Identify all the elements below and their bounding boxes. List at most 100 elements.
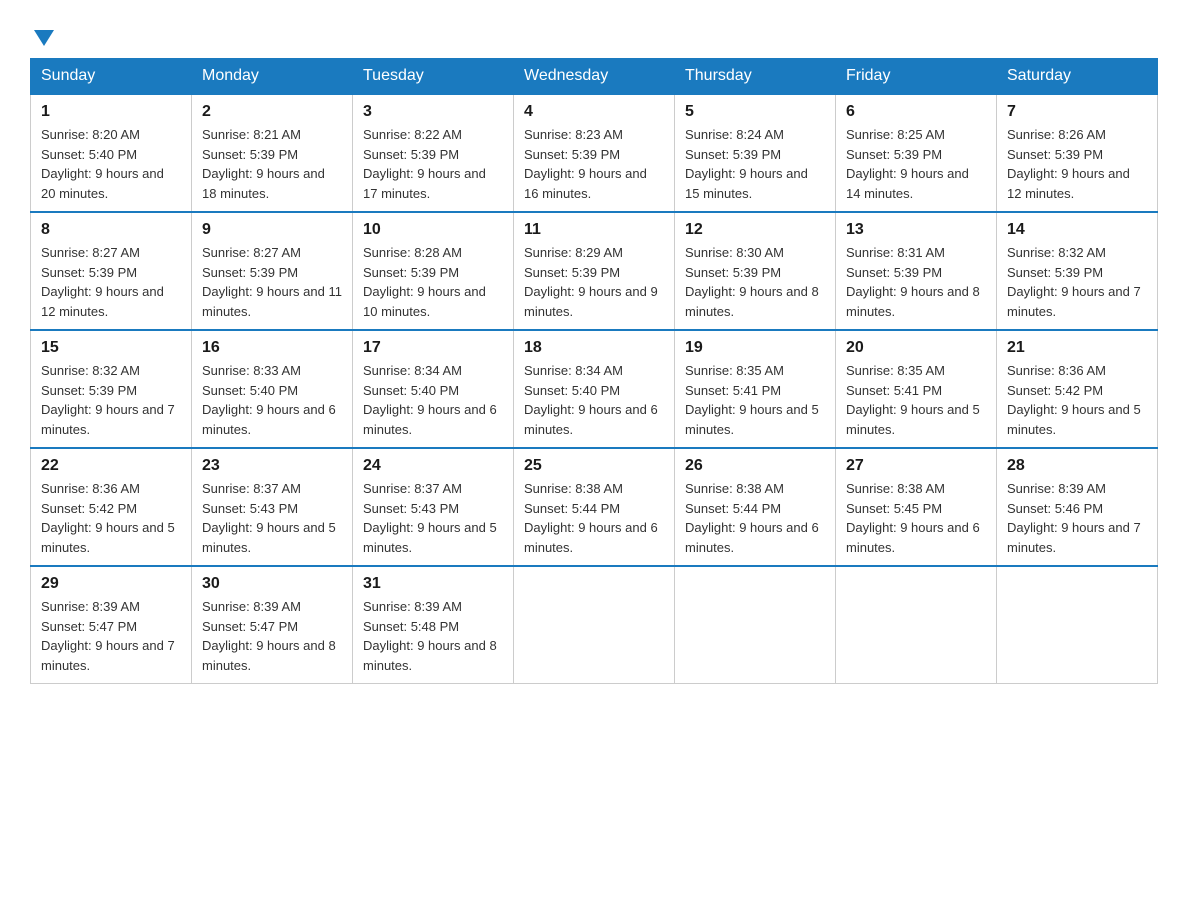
day-info: Sunrise: 8:39 AMSunset: 5:47 PMDaylight:… xyxy=(202,597,342,675)
day-info: Sunrise: 8:35 AMSunset: 5:41 PMDaylight:… xyxy=(846,361,986,439)
day-info: Sunrise: 8:36 AMSunset: 5:42 PMDaylight:… xyxy=(1007,361,1147,439)
day-number: 12 xyxy=(685,221,825,239)
day-number: 31 xyxy=(363,575,503,593)
header-tuesday: Tuesday xyxy=(353,59,514,95)
day-info: Sunrise: 8:33 AMSunset: 5:40 PMDaylight:… xyxy=(202,361,342,439)
day-info: Sunrise: 8:21 AMSunset: 5:39 PMDaylight:… xyxy=(202,125,342,203)
day-info: Sunrise: 8:22 AMSunset: 5:39 PMDaylight:… xyxy=(363,125,503,203)
day-number: 11 xyxy=(524,221,664,239)
day-info: Sunrise: 8:29 AMSunset: 5:39 PMDaylight:… xyxy=(524,243,664,321)
table-row: 17 Sunrise: 8:34 AMSunset: 5:40 PMDaylig… xyxy=(353,330,514,448)
table-row xyxy=(997,566,1158,684)
table-row: 26 Sunrise: 8:38 AMSunset: 5:44 PMDaylig… xyxy=(675,448,836,566)
day-number: 14 xyxy=(1007,221,1147,239)
table-row xyxy=(836,566,997,684)
table-row: 31 Sunrise: 8:39 AMSunset: 5:48 PMDaylig… xyxy=(353,566,514,684)
day-info: Sunrise: 8:25 AMSunset: 5:39 PMDaylight:… xyxy=(846,125,986,203)
table-row: 21 Sunrise: 8:36 AMSunset: 5:42 PMDaylig… xyxy=(997,330,1158,448)
day-info: Sunrise: 8:24 AMSunset: 5:39 PMDaylight:… xyxy=(685,125,825,203)
table-row: 8 Sunrise: 8:27 AMSunset: 5:39 PMDayligh… xyxy=(31,212,192,330)
day-number: 2 xyxy=(202,103,342,121)
table-row: 30 Sunrise: 8:39 AMSunset: 5:47 PMDaylig… xyxy=(192,566,353,684)
table-row: 10 Sunrise: 8:28 AMSunset: 5:39 PMDaylig… xyxy=(353,212,514,330)
day-info: Sunrise: 8:27 AMSunset: 5:39 PMDaylight:… xyxy=(41,243,181,321)
table-row: 3 Sunrise: 8:22 AMSunset: 5:39 PMDayligh… xyxy=(353,94,514,212)
header-wednesday: Wednesday xyxy=(514,59,675,95)
day-info: Sunrise: 8:39 AMSunset: 5:48 PMDaylight:… xyxy=(363,597,503,675)
day-number: 15 xyxy=(41,339,181,357)
table-row: 1 Sunrise: 8:20 AMSunset: 5:40 PMDayligh… xyxy=(31,94,192,212)
day-number: 5 xyxy=(685,103,825,121)
table-row: 18 Sunrise: 8:34 AMSunset: 5:40 PMDaylig… xyxy=(514,330,675,448)
day-number: 25 xyxy=(524,457,664,475)
calendar-week-row: 29 Sunrise: 8:39 AMSunset: 5:47 PMDaylig… xyxy=(31,566,1158,684)
table-row: 2 Sunrise: 8:21 AMSunset: 5:39 PMDayligh… xyxy=(192,94,353,212)
day-number: 8 xyxy=(41,221,181,239)
day-number: 17 xyxy=(363,339,503,357)
table-row: 24 Sunrise: 8:37 AMSunset: 5:43 PMDaylig… xyxy=(353,448,514,566)
table-row: 29 Sunrise: 8:39 AMSunset: 5:47 PMDaylig… xyxy=(31,566,192,684)
day-number: 23 xyxy=(202,457,342,475)
day-info: Sunrise: 8:30 AMSunset: 5:39 PMDaylight:… xyxy=(685,243,825,321)
table-row: 25 Sunrise: 8:38 AMSunset: 5:44 PMDaylig… xyxy=(514,448,675,566)
page-header xyxy=(30,20,1158,48)
day-number: 27 xyxy=(846,457,986,475)
day-info: Sunrise: 8:36 AMSunset: 5:42 PMDaylight:… xyxy=(41,479,181,557)
day-number: 7 xyxy=(1007,103,1147,121)
table-row: 22 Sunrise: 8:36 AMSunset: 5:42 PMDaylig… xyxy=(31,448,192,566)
table-row: 7 Sunrise: 8:26 AMSunset: 5:39 PMDayligh… xyxy=(997,94,1158,212)
day-number: 10 xyxy=(363,221,503,239)
day-info: Sunrise: 8:34 AMSunset: 5:40 PMDaylight:… xyxy=(524,361,664,439)
header-sunday: Sunday xyxy=(31,59,192,95)
table-row: 15 Sunrise: 8:32 AMSunset: 5:39 PMDaylig… xyxy=(31,330,192,448)
day-number: 6 xyxy=(846,103,986,121)
table-row: 13 Sunrise: 8:31 AMSunset: 5:39 PMDaylig… xyxy=(836,212,997,330)
weekday-header-row: Sunday Monday Tuesday Wednesday Thursday… xyxy=(31,59,1158,95)
calendar-week-row: 22 Sunrise: 8:36 AMSunset: 5:42 PMDaylig… xyxy=(31,448,1158,566)
table-row: 27 Sunrise: 8:38 AMSunset: 5:45 PMDaylig… xyxy=(836,448,997,566)
header-friday: Friday xyxy=(836,59,997,95)
day-number: 26 xyxy=(685,457,825,475)
day-info: Sunrise: 8:39 AMSunset: 5:47 PMDaylight:… xyxy=(41,597,181,675)
day-number: 16 xyxy=(202,339,342,357)
day-info: Sunrise: 8:31 AMSunset: 5:39 PMDaylight:… xyxy=(846,243,986,321)
table-row: 9 Sunrise: 8:27 AMSunset: 5:39 PMDayligh… xyxy=(192,212,353,330)
day-info: Sunrise: 8:37 AMSunset: 5:43 PMDaylight:… xyxy=(363,479,503,557)
header-saturday: Saturday xyxy=(997,59,1158,95)
day-number: 22 xyxy=(41,457,181,475)
day-info: Sunrise: 8:38 AMSunset: 5:44 PMDaylight:… xyxy=(685,479,825,557)
day-number: 19 xyxy=(685,339,825,357)
day-number: 20 xyxy=(846,339,986,357)
day-info: Sunrise: 8:34 AMSunset: 5:40 PMDaylight:… xyxy=(363,361,503,439)
day-info: Sunrise: 8:38 AMSunset: 5:45 PMDaylight:… xyxy=(846,479,986,557)
table-row: 6 Sunrise: 8:25 AMSunset: 5:39 PMDayligh… xyxy=(836,94,997,212)
day-info: Sunrise: 8:32 AMSunset: 5:39 PMDaylight:… xyxy=(1007,243,1147,321)
header-monday: Monday xyxy=(192,59,353,95)
day-info: Sunrise: 8:28 AMSunset: 5:39 PMDaylight:… xyxy=(363,243,503,321)
day-number: 4 xyxy=(524,103,664,121)
logo-triangle-icon xyxy=(34,30,54,46)
day-info: Sunrise: 8:35 AMSunset: 5:41 PMDaylight:… xyxy=(685,361,825,439)
day-number: 29 xyxy=(41,575,181,593)
calendar-week-row: 8 Sunrise: 8:27 AMSunset: 5:39 PMDayligh… xyxy=(31,212,1158,330)
day-info: Sunrise: 8:39 AMSunset: 5:46 PMDaylight:… xyxy=(1007,479,1147,557)
day-info: Sunrise: 8:23 AMSunset: 5:39 PMDaylight:… xyxy=(524,125,664,203)
day-number: 1 xyxy=(41,103,181,121)
day-number: 13 xyxy=(846,221,986,239)
table-row: 14 Sunrise: 8:32 AMSunset: 5:39 PMDaylig… xyxy=(997,212,1158,330)
table-row: 28 Sunrise: 8:39 AMSunset: 5:46 PMDaylig… xyxy=(997,448,1158,566)
table-row: 12 Sunrise: 8:30 AMSunset: 5:39 PMDaylig… xyxy=(675,212,836,330)
table-row: 4 Sunrise: 8:23 AMSunset: 5:39 PMDayligh… xyxy=(514,94,675,212)
header-thursday: Thursday xyxy=(675,59,836,95)
day-info: Sunrise: 8:32 AMSunset: 5:39 PMDaylight:… xyxy=(41,361,181,439)
calendar-table: Sunday Monday Tuesday Wednesday Thursday… xyxy=(30,58,1158,684)
table-row: 23 Sunrise: 8:37 AMSunset: 5:43 PMDaylig… xyxy=(192,448,353,566)
day-number: 9 xyxy=(202,221,342,239)
table-row xyxy=(675,566,836,684)
table-row: 20 Sunrise: 8:35 AMSunset: 5:41 PMDaylig… xyxy=(836,330,997,448)
day-number: 21 xyxy=(1007,339,1147,357)
table-row xyxy=(514,566,675,684)
day-number: 18 xyxy=(524,339,664,357)
table-row: 5 Sunrise: 8:24 AMSunset: 5:39 PMDayligh… xyxy=(675,94,836,212)
day-info: Sunrise: 8:37 AMSunset: 5:43 PMDaylight:… xyxy=(202,479,342,557)
